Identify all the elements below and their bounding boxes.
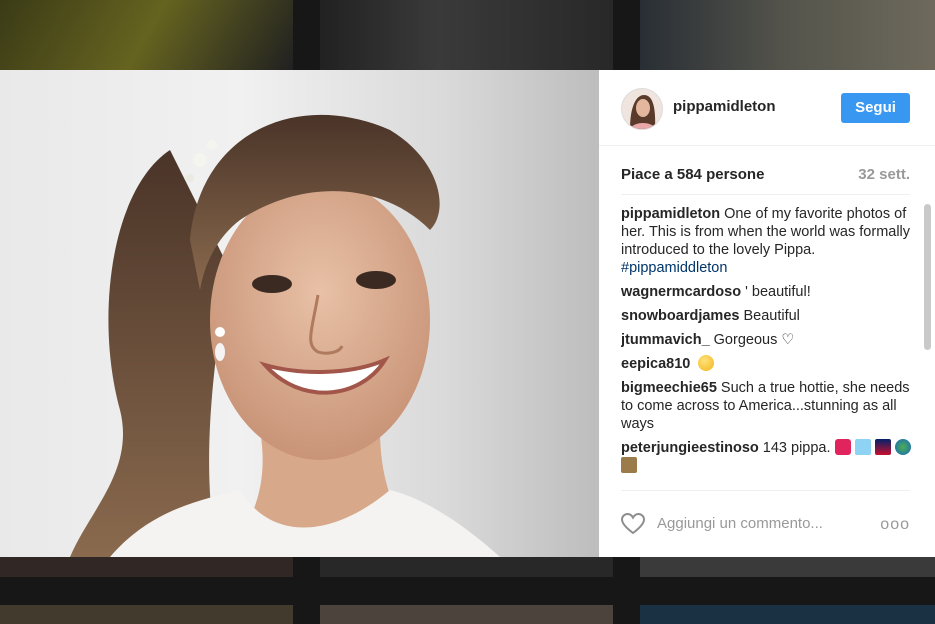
comment-item: eepica810 — [621, 355, 913, 373]
post-photo[interactable] — [0, 70, 599, 557]
comment-item: wagnermcardoso ' beautiful! — [621, 283, 913, 301]
comment-item: snowboardjames Beautiful — [621, 307, 913, 325]
flag-emoji-icon — [874, 439, 891, 455]
comment-username[interactable]: eepica810 — [621, 356, 690, 372]
comment-text: 143 pippa. — [762, 440, 831, 456]
globe-emoji-icon — [894, 439, 911, 455]
smiley-emoji-icon — [698, 355, 715, 371]
post-sidebar: pippamidleton Segui Piace a 584 persone … — [599, 70, 935, 557]
heart-emoji-icon — [834, 439, 851, 455]
comment-username[interactable]: wagnermcardoso — [621, 284, 741, 300]
post-time[interactable]: 32 sett. — [858, 166, 910, 183]
portrait-illustration — [70, 114, 500, 557]
more-options-icon[interactable]: ooo — [880, 516, 910, 534]
follow-button[interactable]: Segui — [841, 93, 910, 123]
hammer-emoji-icon — [621, 457, 637, 473]
header-username[interactable]: pippamidleton — [673, 98, 776, 115]
post-modal: pippamidleton Segui Piace a 584 persone … — [0, 70, 935, 557]
likes-row: Piace a 584 persone 32 sett. — [621, 166, 910, 190]
divider — [621, 194, 910, 195]
heart-outline-icon[interactable] — [621, 513, 645, 535]
post-header: pippamidleton Segui — [599, 70, 935, 146]
comment-username[interactable]: peterjungieestinoso — [621, 440, 759, 456]
avatar[interactable] — [621, 88, 663, 130]
divider — [621, 490, 910, 491]
comment-item: bigmeechie65 Such a true hottie, she need… — [621, 379, 913, 433]
likes-count[interactable]: Piace a 584 persone — [621, 166, 764, 183]
diamond-emoji-icon — [854, 439, 871, 455]
comment-username[interactable]: bigmeechie65 — [621, 380, 717, 396]
comment-item: pippamidleton One of my favorite photos o… — [621, 205, 913, 277]
comments-scrollbar[interactable] — [924, 204, 931, 350]
comment-input[interactable] — [657, 512, 877, 534]
comment-username[interactable]: pippamidleton — [621, 206, 720, 222]
comment-list[interactable]: pippamidleton One of my favorite photos o… — [621, 202, 913, 484]
comment-text: Beautiful — [743, 308, 800, 324]
comment-text: ' beautiful! — [745, 284, 811, 300]
comment-item: peterjungieestinoso 143 pippa. — [621, 439, 913, 475]
comment-input-row: ooo — [621, 510, 910, 538]
hashtag-link[interactable]: #pippamiddleton — [621, 260, 727, 276]
comment-username[interactable]: jtummavich_ — [621, 332, 710, 348]
comment-username[interactable]: snowboardjames — [621, 308, 739, 324]
comment-text: Gorgeous ♡ — [713, 332, 795, 348]
comment-item: jtummavich_ Gorgeous ♡ — [621, 331, 913, 349]
